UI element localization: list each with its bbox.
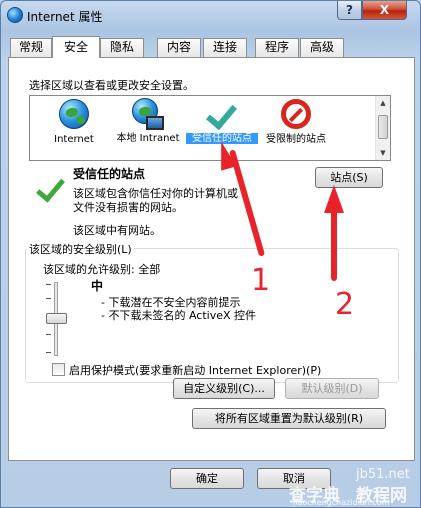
scroll-up-icon[interactable]: ▲ [376,96,390,110]
tab-content[interactable]: 内容 [157,38,201,57]
allowed-level-text: 该区域的允许级别: 全部 [43,263,161,276]
protected-mode-label: 启用保护模式(要求重新启动 Internet Explorer)(P) [69,364,322,377]
annotation-2: 2 [335,287,355,322]
scroll-down-icon[interactable]: ▼ [376,146,390,160]
selected-zone-title: 受信任的站点 [73,167,146,181]
zone-label: Internet [54,134,94,145]
watermark-line3: jiaochengchazidian.com [293,498,390,507]
close-button[interactable]: X [362,1,407,20]
tab-general[interactable]: 常规 [10,38,52,57]
zone-restricted-sites[interactable]: 受限制的站点 [260,98,332,158]
watermark-site: jb51.net [356,467,410,482]
zone-list[interactable]: Internet 本地 Intranet 受信任的站点 受限制的站点 ▲ ▼ [29,95,391,161]
zone-description-line2: 文件没有损害的网站。 [73,201,183,214]
protected-mode-checkbox[interactable] [52,363,65,376]
restricted-icon [281,99,311,129]
reset-all-zones-button[interactable]: 将所有区域重置为默认级别(R) [192,408,386,429]
zone-internet[interactable]: Internet [38,98,110,158]
tab-privacy[interactable]: 隐私 [100,38,144,57]
trusted-check-icon [207,98,237,128]
zone-list-scrollbar[interactable]: ▲ ▼ [375,96,390,160]
security-level-group-title: 该区域的安全级别(L) [27,241,134,257]
intranet-icon [132,98,164,130]
security-level-name: 中 [91,279,104,293]
tab-programs[interactable]: 程序 [255,38,299,57]
annotation-1: 1 [251,263,271,298]
globe-icon [59,99,89,129]
zone-instruction: 选择区域以查看或更改安全设置。 [29,79,194,92]
internet-properties-window: Internet 属性 ? X 常规 安全 隐私 内容 连接 程序 高级 选择区… [0,0,421,508]
tab-connections[interactable]: 连接 [203,38,247,57]
zone-intranet[interactable]: 本地 Intranet [112,98,184,158]
ok-button[interactable]: 确定 [170,468,244,489]
title-bar[interactable]: Internet 属性 ? X [1,1,420,31]
internet-explorer-icon [7,7,23,23]
level-bullet-2: - 不下载未签名的 ActiveX 控件 [101,309,257,322]
zone-label: 本地 Intranet [116,133,180,144]
arrow-up-icon [324,185,344,213]
window-title: Internet 属性 [27,10,103,24]
trusted-sites-check-icon [35,174,65,204]
tab-strip: 常规 安全 隐私 内容 连接 程序 高级 [10,36,420,58]
security-slider-thumb[interactable] [46,313,67,324]
zone-note: 该区域中有网站。 [73,224,161,237]
tab-advanced[interactable]: 高级 [300,38,344,57]
scroll-thumb[interactable] [378,115,388,139]
security-tab-panel: 选择区域以查看或更改安全设置。 Internet 本地 Intranet 受信任… [8,57,415,461]
zone-label: 受限制的站点 [266,134,326,145]
help-button[interactable]: ? [337,1,362,20]
default-level-button[interactable]: 默认级别(D) [285,378,379,399]
custom-level-button[interactable]: 自定义级别(C)... [173,378,275,399]
tab-security[interactable]: 安全 [52,36,100,58]
